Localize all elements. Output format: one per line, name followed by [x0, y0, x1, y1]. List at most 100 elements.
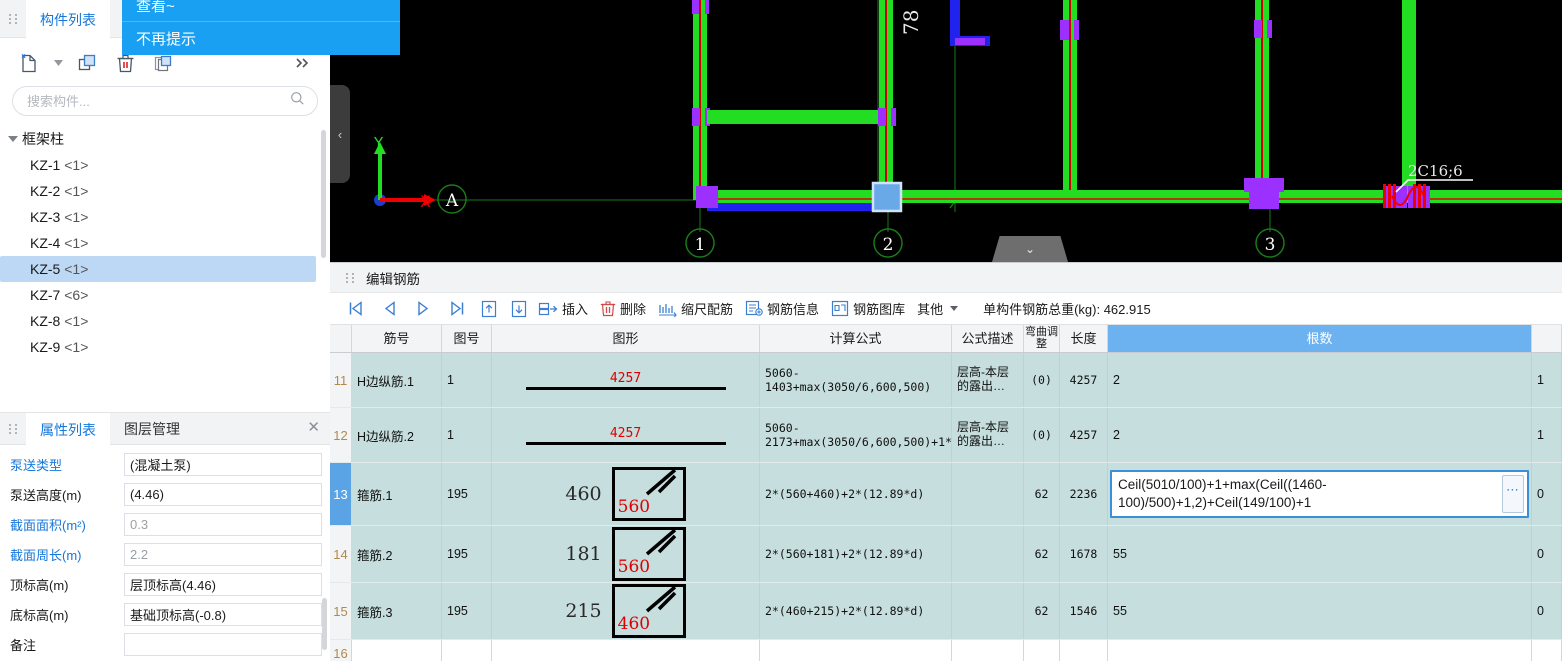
collapse-triangle-icon[interactable] [8, 136, 18, 142]
cell-miaoshu[interactable] [952, 640, 1024, 661]
cell-gongshi[interactable]: 2*(560+460)+2*(12.89*d) [760, 463, 952, 525]
cell-tuhao[interactable]: 195 [442, 526, 492, 582]
cell-wanqu[interactable]: (0) [1024, 408, 1060, 462]
formula-input[interactable]: Ceil(5010/100)+1+max(Ceil((1460-100)/500… [1112, 472, 1502, 516]
cell-tuxing[interactable] [492, 640, 760, 661]
property-value-field[interactable]: (混凝土泵) [124, 452, 322, 476]
cell-genshu[interactable]: 55 [1108, 583, 1532, 639]
first-record-button[interactable] [338, 296, 372, 322]
cell-tuxing[interactable]: 4257 [492, 353, 760, 407]
search-input[interactable] [25, 92, 290, 110]
close-icon[interactable]: ✕ [307, 420, 320, 435]
cell-wanqu[interactable]: 62 [1024, 463, 1060, 525]
cell-tuhao[interactable]: 1 [442, 408, 492, 462]
cell-gongshi[interactable]: 2*(460+215)+2*(12.89*d) [760, 583, 952, 639]
tree-item-kz5[interactable]: KZ-5 <1> [0, 256, 316, 282]
cell-jinhao[interactable]: 箍筋.1 [352, 463, 442, 525]
search-box[interactable] [12, 86, 318, 116]
notification-popup[interactable]: 查看~ 不再提示 [122, 0, 400, 55]
property-panel-scrollbar[interactable] [322, 598, 327, 650]
cad-viewport[interactable]: 78 2C16;6 Y X A 1 2 3 ‹ ⌄ [330, 0, 1562, 262]
collapse-bottom-handle[interactable]: ⌄ [992, 236, 1068, 262]
cell-tail[interactable]: 1 [1532, 353, 1562, 407]
cell-tail[interactable] [1532, 640, 1562, 661]
cell-miaoshu[interactable]: 层高-本层的露出… [952, 408, 1024, 462]
col-header-changdu[interactable]: 长度 [1060, 325, 1108, 352]
cell-gongshi[interactable]: 5060-2173+max(3050/6,600,500)+1*max(35*d… [760, 408, 952, 462]
cell-gongshi[interactable]: 2*(560+181)+2*(12.89*d) [760, 526, 952, 582]
new-component-button[interactable] [12, 47, 46, 79]
cell-genshu[interactable]: 55 [1108, 526, 1532, 582]
formula-expand-button[interactable]: ⋯ [1502, 474, 1524, 514]
cell-tuhao[interactable]: 195 [442, 583, 492, 639]
cell-jinhao[interactable]: H边纵筋.2 [352, 408, 442, 462]
cell-genshu-editing[interactable]: Ceil(5010/100)+1+max(Ceil((1460-100)/500… [1108, 463, 1532, 525]
tree-item-kz8[interactable]: KZ-8 <1> [0, 308, 316, 334]
prev-record-button[interactable] [372, 296, 406, 322]
tree-item-kz3[interactable]: KZ-3 <1> [0, 204, 316, 230]
popup-dismiss-option[interactable]: 不再提示 [122, 22, 400, 55]
cell-changdu[interactable]: 1546 [1060, 583, 1108, 639]
cell-genshu[interactable] [1108, 640, 1532, 661]
tab-component-list[interactable]: 构件列表 [26, 0, 110, 38]
cell-tuxing[interactable]: 4257 [492, 408, 760, 462]
panel-drag-handle[interactable] [0, 0, 26, 37]
other-menu-button[interactable]: 其他 [913, 296, 969, 322]
cell-tuhao[interactable]: 1 [442, 353, 492, 407]
property-value-field[interactable]: 基础顶标高(-0.8) [124, 602, 322, 626]
cell-wanqu[interactable]: (0) [1024, 353, 1060, 407]
table-row[interactable]: 12 H边纵筋.2 1 4257 5060-2173+max(3050/6,60… [330, 408, 1562, 463]
col-header-genshu[interactable]: 根数 [1108, 325, 1532, 352]
cell-jinhao[interactable]: H边纵筋.1 [352, 353, 442, 407]
table-row[interactable]: 11 H边纵筋.1 1 4257 5060-1403+max(3050/6,60… [330, 353, 1562, 408]
table-row[interactable]: 16 [330, 640, 1562, 661]
tab-property-list[interactable]: 属性列表 [26, 413, 110, 445]
cell-gongshi[interactable] [760, 640, 952, 661]
cell-wanqu[interactable] [1024, 640, 1060, 661]
table-row[interactable]: 15 箍筋.3 195 215 460 2*(460+215)+2*(12.89… [330, 583, 1562, 640]
property-panel-drag-handle[interactable] [0, 413, 26, 444]
next-record-button[interactable] [406, 296, 440, 322]
cell-genshu[interactable]: 2 [1108, 408, 1532, 462]
scale-rebar-button[interactable]: 缩尺配筋 [654, 296, 741, 322]
cell-tuhao[interactable]: 195 [442, 463, 492, 525]
cell-changdu[interactable]: 4257 [1060, 408, 1108, 462]
col-header-tuxing[interactable]: 图形 [492, 325, 760, 352]
cell-changdu[interactable]: 1678 [1060, 526, 1108, 582]
cell-changdu[interactable]: 2236 [1060, 463, 1108, 525]
popup-line-1[interactable]: 查看~ [122, 0, 400, 21]
tab-layer-management[interactable]: 图层管理 [110, 413, 194, 444]
rebar-panel-drag-handle[interactable] [342, 272, 358, 283]
cell-tuxing[interactable]: 460 560 [492, 463, 760, 525]
col-header-gongshi[interactable]: 计算公式 [760, 325, 952, 352]
tree-item-kz9[interactable]: KZ-9 <1> [0, 334, 316, 360]
cell-tuxing[interactable]: 181 560 [492, 526, 760, 582]
cell-miaoshu[interactable] [952, 526, 1024, 582]
cell-changdu[interactable]: 4257 [1060, 353, 1108, 407]
cell-genshu[interactable]: 2 [1108, 353, 1532, 407]
table-row[interactable]: 14 箍筋.2 195 181 560 2*(560+181)+2*(12.89… [330, 526, 1562, 583]
component-tree-scrollbar[interactable] [321, 130, 326, 258]
col-header-miaoshu[interactable]: 公式描述 [952, 325, 1024, 352]
cell-tail[interactable]: 0 [1532, 583, 1562, 639]
insert-row-button[interactable]: 插入 [534, 296, 596, 322]
col-header-tuhao[interactable]: 图号 [442, 325, 492, 352]
rebar-library-button[interactable]: 钢筋图库 [827, 296, 913, 322]
cell-tail[interactable]: 1 [1532, 408, 1562, 462]
cell-miaoshu[interactable] [952, 583, 1024, 639]
tree-item-kz1[interactable]: KZ-1 <1> [0, 152, 316, 178]
col-header-jinhao[interactable]: 筋号 [352, 325, 442, 352]
rebar-info-button[interactable]: 钢筋信息 [741, 296, 827, 322]
cell-wanqu[interactable]: 62 [1024, 526, 1060, 582]
cell-miaoshu[interactable]: 层高-本层的露出… [952, 353, 1024, 407]
cell-jinhao[interactable]: 箍筋.3 [352, 583, 442, 639]
cell-tuxing[interactable]: 215 460 [492, 583, 760, 639]
col-header-wanqu[interactable]: 弯曲调整 [1024, 325, 1060, 352]
last-record-button[interactable] [440, 296, 474, 322]
cell-miaoshu[interactable] [952, 463, 1024, 525]
delete-row-button[interactable]: 删除 [596, 296, 654, 322]
move-down-button[interactable] [504, 296, 534, 322]
property-value-field[interactable]: 层顶标高(4.46) [124, 572, 322, 596]
tree-item-kz7[interactable]: KZ-7 <6> [0, 282, 316, 308]
cell-jinhao[interactable] [352, 640, 442, 661]
